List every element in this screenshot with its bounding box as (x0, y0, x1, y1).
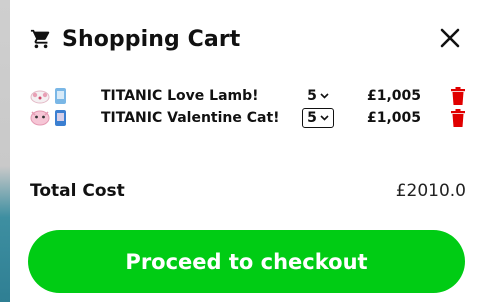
total-cost-value: £2010.0 (395, 181, 466, 201)
trash-icon (450, 87, 466, 105)
shopping-cart-panel: Shopping Cart TITANIC Love Lamb! 5 £1,00… (10, 0, 493, 302)
chevron-down-icon (320, 93, 329, 99)
background-page-edge (0, 0, 10, 302)
total-cost-row: Total Cost £2010.0 (30, 178, 466, 204)
product-thumbnail (28, 86, 68, 106)
product-thumbnail (28, 108, 68, 128)
proceed-to-checkout-button[interactable]: Proceed to checkout (28, 230, 465, 293)
chevron-down-icon (320, 115, 329, 121)
item-price: £1,005 (367, 88, 422, 104)
quantity-select[interactable]: 5 (302, 108, 334, 128)
shopping-cart-icon (30, 28, 52, 50)
cart-header: Shopping Cart (30, 22, 240, 56)
cart-item: TITANIC Valentine Cat! 5 £1,005 (28, 107, 465, 129)
item-price: £1,005 (367, 110, 422, 126)
trash-icon (450, 109, 466, 127)
delete-item-button[interactable] (450, 87, 466, 105)
close-icon (440, 28, 460, 48)
quantity-select[interactable]: 5 (302, 86, 334, 106)
page-title: Shopping Cart (62, 26, 241, 52)
quantity-value: 5 (307, 88, 317, 104)
item-name: TITANIC Valentine Cat! (101, 110, 280, 126)
total-cost-label: Total Cost (30, 181, 125, 201)
quantity-value: 5 (307, 110, 317, 126)
close-button[interactable] (436, 24, 464, 52)
delete-item-button[interactable] (450, 109, 466, 127)
cart-item: TITANIC Love Lamb! 5 £1,005 (28, 85, 465, 107)
item-name: TITANIC Love Lamb! (101, 88, 259, 104)
